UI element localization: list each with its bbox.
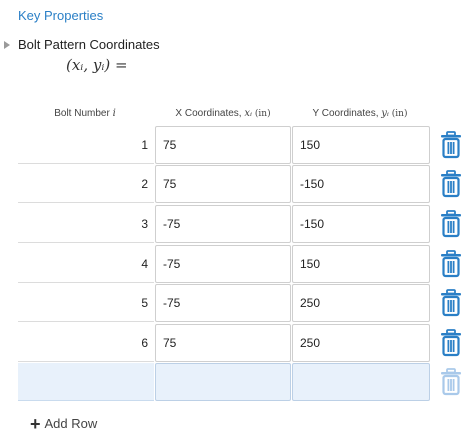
- trash-icon[interactable]: [440, 289, 462, 317]
- x-coordinate-input[interactable]: -75: [155, 284, 291, 322]
- add-row-label: Add Row: [44, 416, 98, 431]
- x-coordinate-input[interactable]: 75: [155, 126, 291, 164]
- key-properties-link[interactable]: Key Properties: [18, 8, 103, 23]
- bolt-number-cell: 4: [18, 245, 154, 283]
- bolt-number-cell: 1: [18, 126, 154, 164]
- trash-icon[interactable]: [440, 250, 462, 278]
- bolt-number-cell: 2: [18, 165, 154, 203]
- formula-label: (xᵢ, yᵢ) =: [66, 56, 128, 74]
- trash-icon[interactable]: [440, 329, 462, 357]
- bolt-number-cell: 5: [18, 284, 154, 322]
- add-row-button[interactable]: + Add Row: [30, 413, 98, 434]
- y-coordinate-input[interactable]: -150: [292, 165, 430, 203]
- x-coordinate-input[interactable]: -75: [155, 245, 291, 283]
- trash-icon[interactable]: [440, 210, 462, 238]
- x-coordinate-input[interactable]: 75: [155, 324, 291, 362]
- caret-right-icon[interactable]: [4, 40, 10, 49]
- bolt-number-cell: 6: [18, 324, 154, 362]
- section-title: Bolt Pattern Coordinates: [18, 37, 160, 52]
- y-coordinate-input[interactable]: 250: [292, 324, 430, 362]
- bolt-number-cell-empty: [18, 363, 154, 401]
- column-header-bolt-number: Bolt Number i: [54, 108, 116, 119]
- section-header[interactable]: Bolt Pattern Coordinates: [4, 37, 160, 52]
- column-header-x-coordinates: X Coordinates, xᵢ (in): [175, 108, 271, 119]
- x-coordinate-input-empty[interactable]: [155, 363, 291, 401]
- x-coordinate-input[interactable]: 75: [155, 165, 291, 203]
- plus-icon: +: [30, 413, 41, 434]
- trash-icon[interactable]: [440, 131, 462, 159]
- column-header-y-coordinates: Y Coordinates, yᵢ (in): [312, 108, 408, 119]
- bolt-number-cell: 3: [18, 205, 154, 243]
- y-coordinate-input[interactable]: 250: [292, 284, 430, 322]
- y-coordinate-input[interactable]: 150: [292, 245, 430, 283]
- y-coordinate-input[interactable]: -150: [292, 205, 430, 243]
- trash-icon-disabled: [441, 368, 461, 396]
- y-coordinate-input[interactable]: 150: [292, 126, 430, 164]
- trash-icon[interactable]: [440, 170, 462, 198]
- x-coordinate-input[interactable]: -75: [155, 205, 291, 243]
- y-coordinate-input-empty[interactable]: [292, 363, 430, 401]
